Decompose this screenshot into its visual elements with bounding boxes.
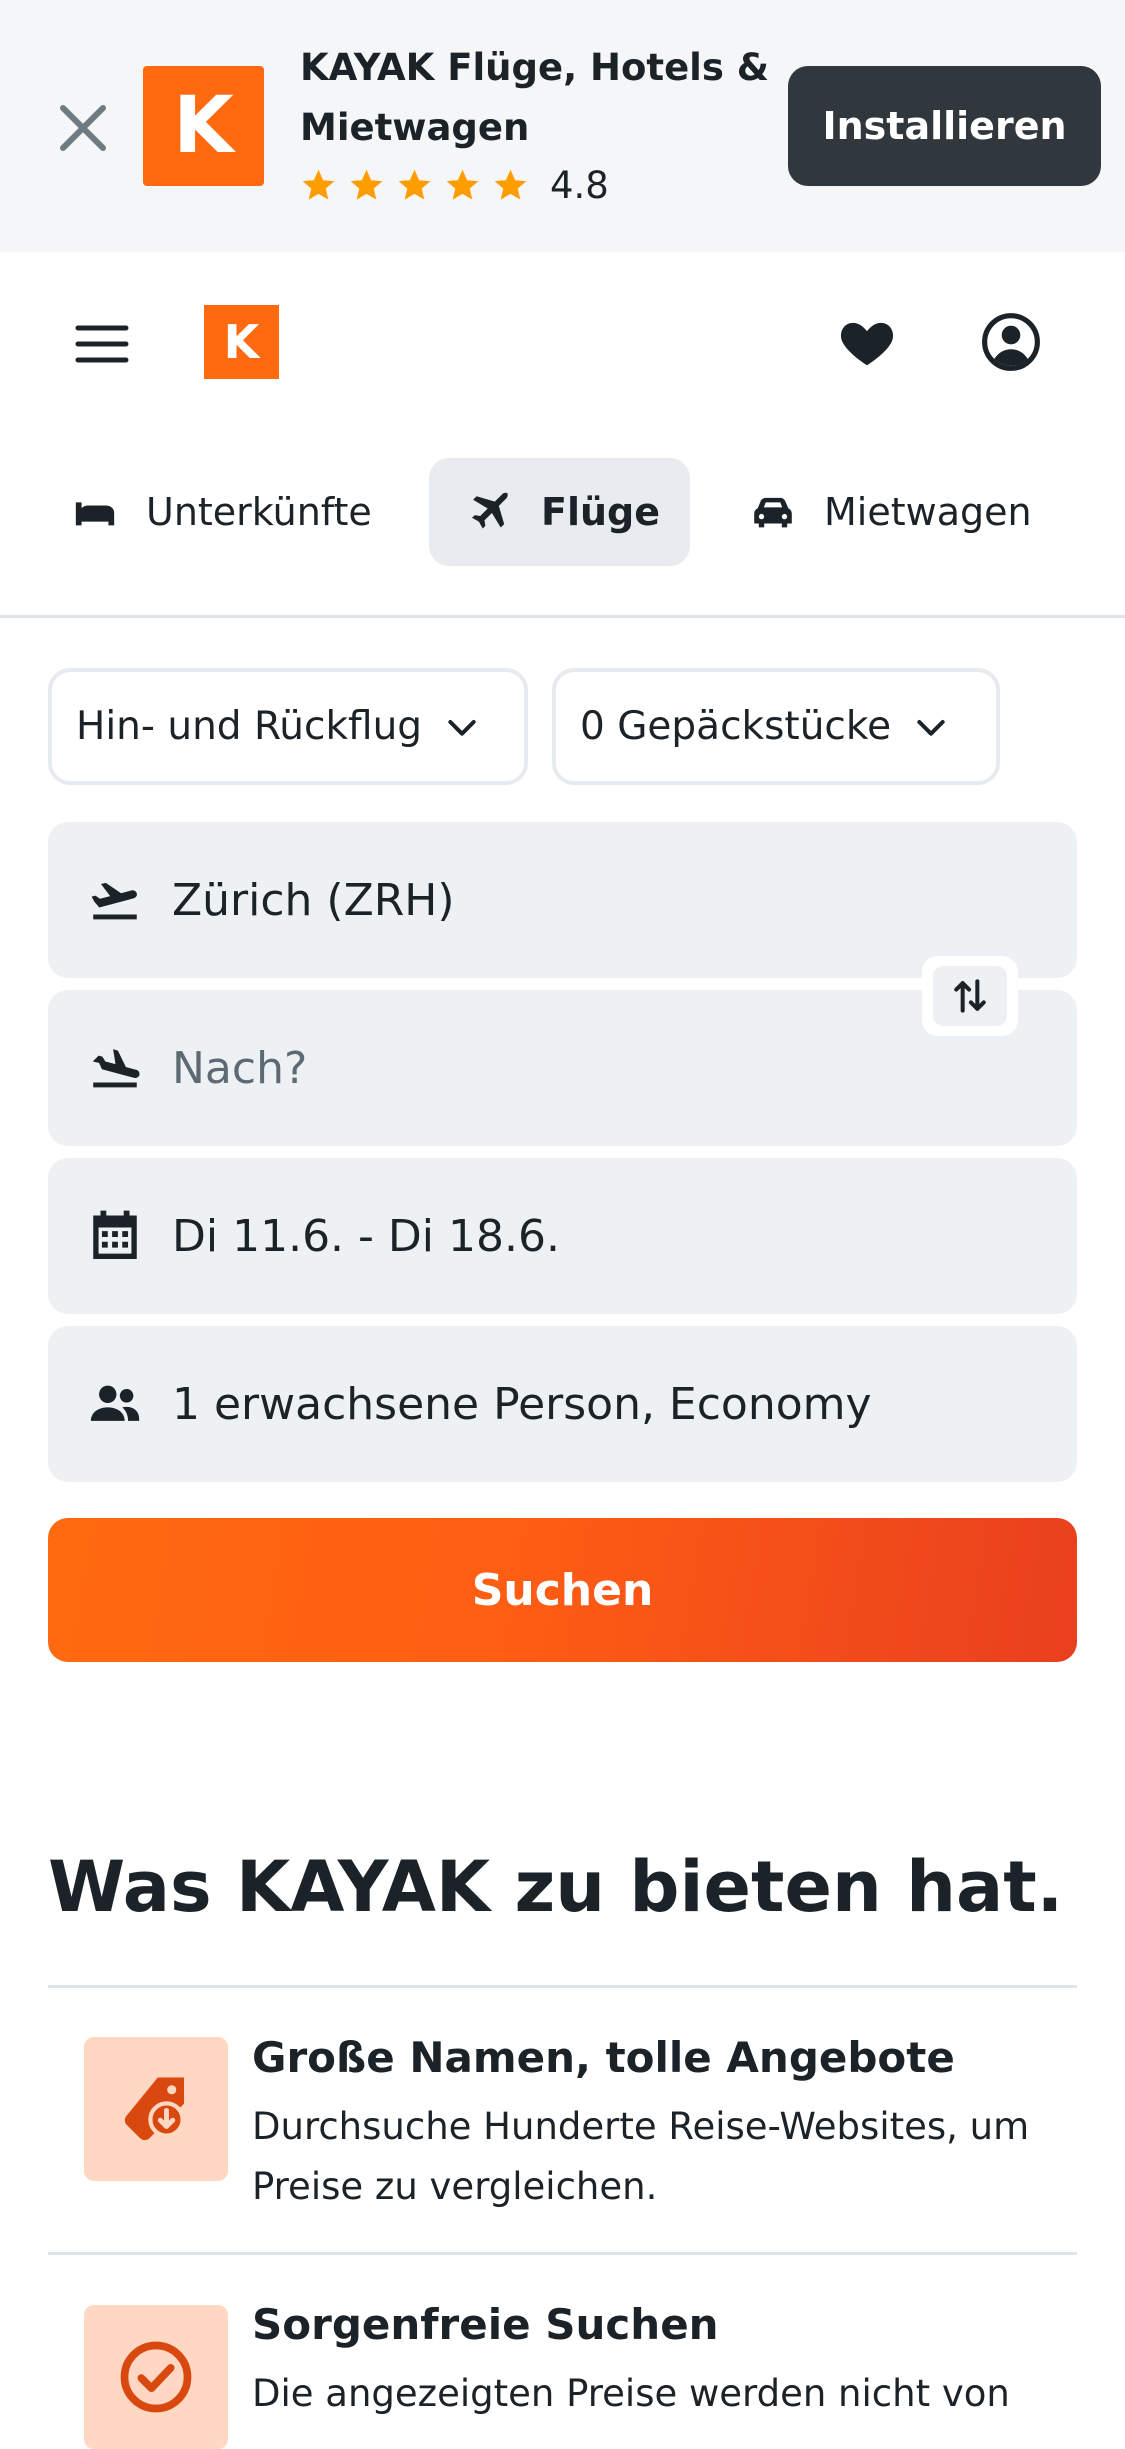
star-icon xyxy=(302,169,335,200)
star-icon xyxy=(398,169,431,200)
travelers-field[interactable]: 1 erwachsene Person, Economy xyxy=(48,1326,1077,1482)
bags-dropdown[interactable]: 0 Gepäckstücke xyxy=(552,668,1000,785)
airplane-icon xyxy=(471,492,509,529)
people-icon xyxy=(90,1385,140,1421)
tab-stays[interactable]: Unterkünfte xyxy=(72,458,372,566)
close-icon[interactable] xyxy=(55,100,111,156)
bed-icon xyxy=(75,502,115,526)
price-tag-icon xyxy=(124,2077,185,2141)
chevron-down-icon xyxy=(448,719,476,736)
car-icon xyxy=(754,497,792,528)
benefit-icon-tile xyxy=(84,2305,228,2449)
origin-field[interactable]: Zürich (ZRH) xyxy=(48,822,1077,978)
checkmark-circle-icon xyxy=(120,2341,192,2413)
origin-value: Zürich (ZRH) xyxy=(172,874,455,926)
rating-value: 4.8 xyxy=(550,163,609,207)
app-logo-letter: K xyxy=(173,81,234,171)
bags-value: 0 Gepäckstücke xyxy=(580,704,892,749)
app-rating: 4.8 xyxy=(300,160,609,210)
travelers-value: 1 erwachsene Person, Economy xyxy=(172,1378,872,1430)
divider xyxy=(48,1985,1077,1988)
dates-field[interactable]: Di 11.6. - Di 18.6. xyxy=(48,1158,1077,1314)
hamburger-menu-icon[interactable] xyxy=(74,316,130,372)
trip-type-dropdown[interactable]: Hin- und Rückflug xyxy=(48,668,528,785)
swap-locations-button[interactable] xyxy=(922,956,1018,1036)
benefit-text: Die angezeigten Preise werden nicht von xyxy=(252,2372,1010,2415)
kayak-logo[interactable]: K xyxy=(204,305,279,379)
tab-flights[interactable]: Flüge xyxy=(429,458,690,566)
benefit-title: Große Namen, tolle Angebote xyxy=(252,2033,955,2082)
app-install-banner: K KAYAK Flüge, Hotels & Mietwagen 4.8 In… xyxy=(0,0,1125,252)
account-icon[interactable] xyxy=(980,311,1042,373)
heart-icon[interactable] xyxy=(836,311,898,373)
kayak-logo-letter: K xyxy=(223,315,260,369)
swap-arrows-icon xyxy=(954,979,986,1013)
app-title: KAYAK Flüge, Hotels & Mietwagen xyxy=(300,46,770,149)
benefit-icon-tile xyxy=(84,2037,228,2181)
benefits-heading: Was KAYAK zu bieten hat. xyxy=(48,1846,1064,1928)
landing-icon xyxy=(92,1049,140,1088)
chevron-down-icon xyxy=(917,719,945,736)
install-button[interactable]: Installieren xyxy=(788,66,1101,186)
benefit-title: Sorgenfreie Suchen xyxy=(252,2300,719,2349)
tab-label: Mietwagen xyxy=(824,490,1032,534)
tab-label: Unterkünfte xyxy=(146,490,372,534)
star-icon xyxy=(350,169,383,200)
swap-button-inner xyxy=(933,966,1007,1026)
calendar-icon xyxy=(93,1210,137,1259)
search-button[interactable]: Suchen xyxy=(48,1518,1077,1662)
tab-cars[interactable]: Mietwagen xyxy=(750,458,1032,566)
tab-label: Flüge xyxy=(541,490,661,534)
star-icon xyxy=(446,169,479,200)
destination-placeholder: Nach? xyxy=(172,1042,308,1094)
divider xyxy=(0,615,1125,618)
divider xyxy=(48,2252,1077,2255)
app-logo: K xyxy=(143,66,264,186)
trip-type-value: Hin- und Rückflug xyxy=(76,704,423,749)
takeoff-icon xyxy=(91,882,137,920)
benefit-text: Durchsuche Hunderte Reise-Websites, um P… xyxy=(252,2105,1030,2208)
star-icon xyxy=(494,169,527,200)
dates-value: Di 11.6. - Di 18.6. xyxy=(172,1210,560,1262)
